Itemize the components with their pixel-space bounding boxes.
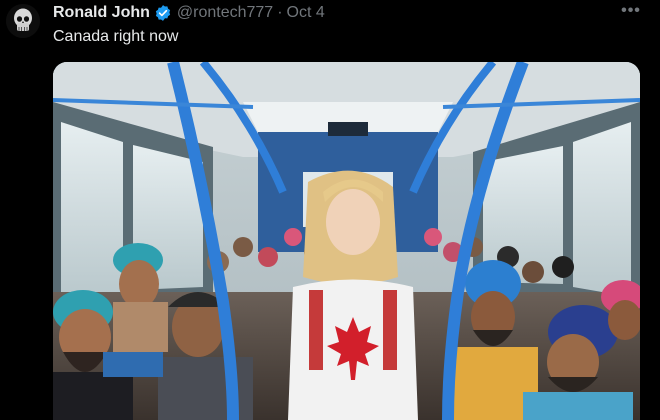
avatar[interactable] (6, 4, 40, 38)
verified-badge-icon (154, 4, 172, 22)
tweet[interactable]: Ronald John @rontech777 · Oct 4 ••• Cana… (0, 0, 660, 420)
author-name[interactable]: Ronald John (53, 4, 150, 22)
more-options-button[interactable]: ••• (616, 2, 646, 22)
tweet-text: Canada right now (53, 28, 179, 45)
header-separator: · (277, 4, 283, 21)
tweet-media-image[interactable] (53, 62, 640, 420)
bus-interior-photo (53, 62, 640, 420)
tweet-date[interactable]: Oct 4 (287, 4, 325, 22)
author-handle[interactable]: @rontech777 (177, 4, 273, 22)
tweet-header: Ronald John @rontech777 · Oct 4 (53, 3, 325, 23)
skull-avatar-icon (6, 4, 40, 38)
